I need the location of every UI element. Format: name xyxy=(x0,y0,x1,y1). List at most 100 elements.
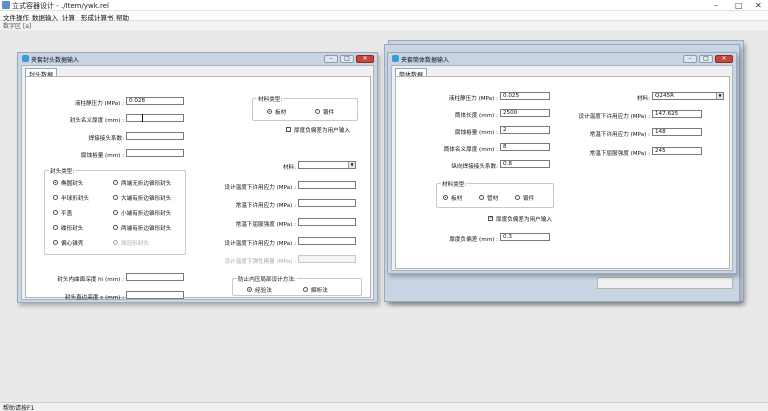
shell-window-titlebar: 夹套筒体数据输入 – □ ✕ xyxy=(388,53,736,65)
radio-cone-large-knuckle[interactable] xyxy=(113,195,118,200)
maximize-icon[interactable]: □ xyxy=(735,1,743,10)
window-app-icon xyxy=(22,55,29,62)
close-icon[interactable]: ✕ xyxy=(755,1,762,10)
ambient-stress-input[interactable] xyxy=(298,199,356,207)
corrosion-allowance-input[interactable] xyxy=(126,149,184,157)
app-titlebar: 立式容器设计 - ./Item/ywk.rel – □ ✕ xyxy=(0,0,768,11)
radio-label: 椭圆封头 xyxy=(61,181,84,187)
radio-cone-small-knuckle[interactable] xyxy=(113,210,118,215)
shell-length-input[interactable]: 2500 xyxy=(500,109,550,117)
yield-strength-label: 常温下屈服强度 (MPa) : xyxy=(235,222,296,228)
chevron-down-icon: ▼ xyxy=(716,93,723,99)
inner-depth-input[interactable] xyxy=(126,273,184,281)
close-icon[interactable]: ✕ xyxy=(715,55,733,63)
radio-plate[interactable] xyxy=(267,109,272,114)
shell-thickness-label: 筒体名义厚度 (mm) : xyxy=(443,147,498,153)
shell-material-select[interactable]: Q245R ▼ xyxy=(652,92,724,100)
shell-ambient-stress-input[interactable]: 148 xyxy=(652,128,702,136)
material-type-title: 材料类型: xyxy=(257,95,284,103)
background-panel xyxy=(597,277,733,289)
shell-thickness-input[interactable]: 8 xyxy=(500,143,550,151)
shell-material-type-group: 材料类型: 板材 管材 锻件 xyxy=(436,180,554,208)
design-stress-input[interactable] xyxy=(298,181,356,189)
text-cursor xyxy=(142,114,143,122)
radio-cone-both-knuckle[interactable] xyxy=(113,225,118,230)
radio-label: 管材 xyxy=(487,196,499,202)
thickness-negative-label: 厚度负偏差为用户输入 xyxy=(294,128,350,134)
close-icon[interactable]: ✕ xyxy=(356,55,374,63)
radio-forging[interactable] xyxy=(515,195,520,200)
shell-design-stress-label: 设计温度下许用应力 (MPa) : xyxy=(578,114,650,120)
inner-depth-label: 封头内曲面深度 hi (mm) : xyxy=(57,277,124,283)
shell-window-title: 夹套筒体数据输入 xyxy=(401,57,450,64)
ambient-stress-label: 常温下许用应力 (MPa) : xyxy=(235,203,296,209)
pressure-method-group: 防止内压局部设计方法: 经验法 解析法 xyxy=(232,275,362,296)
radio-empirical[interactable] xyxy=(247,287,252,292)
nominal-thickness-input[interactable] xyxy=(126,114,184,122)
shell-corrosion-input[interactable]: 2 xyxy=(500,126,550,134)
minimize-icon[interactable]: – xyxy=(683,55,697,63)
radio-analytical[interactable] xyxy=(303,287,308,292)
radio-label: 锻件 xyxy=(523,196,535,202)
radio-label: 偏心锥壳 xyxy=(61,241,84,247)
design-stress-2-input[interactable] xyxy=(298,237,356,245)
head-window-titlebar: 夹套封头数据输入 – □ ✕ xyxy=(18,53,377,65)
radio-label: 小端有折边锥形封头 xyxy=(121,211,172,217)
shell-thickness-negative-checkbox[interactable] xyxy=(488,215,493,221)
shell-corrosion-label: 腐蚀裕量 (mm) : xyxy=(454,130,498,136)
shell-yield-label: 常温下屈服强度 (MPa) : xyxy=(589,151,650,157)
radio-label: 球冠形封头 xyxy=(121,241,149,247)
chevron-down-icon: ▼ xyxy=(348,162,355,168)
weld-coefficient-label: 焊接接头系数: xyxy=(88,136,124,142)
radio-label: 平盖 xyxy=(61,211,73,217)
elastic-modulus-label: 设计温度下弹性模量 (MPa) : xyxy=(224,259,296,265)
maximize-icon[interactable]: □ xyxy=(699,55,713,63)
radio-flat-cover[interactable] xyxy=(53,210,58,215)
radio-label: 半球形封头 xyxy=(61,196,89,202)
radio-eccentric-cone[interactable] xyxy=(53,240,58,245)
radio-torispherical[interactable] xyxy=(53,225,58,230)
maximize-icon[interactable]: □ xyxy=(340,55,354,63)
radio-plate[interactable] xyxy=(443,195,448,200)
thickness-negative-checkbox[interactable] xyxy=(286,127,291,132)
head-window-title: 夹套封头数据输入 xyxy=(31,57,80,64)
radio-label: 碟形封头 xyxy=(61,226,84,232)
shell-yield-input[interactable]: 245 xyxy=(652,147,702,155)
straight-height-label: 封头直边高度 c (mm) : xyxy=(64,295,124,301)
elastic-modulus-input xyxy=(298,255,356,263)
radio-forging[interactable] xyxy=(315,109,320,114)
window-app-icon xyxy=(392,55,399,62)
yield-strength-input[interactable] xyxy=(298,218,356,226)
shell-design-stress-input[interactable]: 147.625 xyxy=(652,110,702,118)
head-type-title: 封头类型: xyxy=(49,167,76,175)
minimize-icon[interactable]: – xyxy=(324,55,338,63)
shell-material-value: Q245R xyxy=(655,93,674,99)
status-bar: 帮助请按F1 xyxy=(0,402,768,411)
head-window-body: 封头数据 液柱静压力 (MPa) : 0.028 封头名义厚度 (mm) : 焊… xyxy=(21,65,374,301)
weld-coefficient-input[interactable] xyxy=(126,132,184,140)
head-panel: 液柱静压力 (MPa) : 0.028 封头名义厚度 (mm) : 焊接接头系数… xyxy=(25,76,371,301)
nominal-thickness-label: 封头名义厚度 (mm) : xyxy=(69,118,124,124)
status-text: 帮助请按F1 xyxy=(3,405,35,411)
app-title: 立式容器设计 - ./Item/ywk.rel xyxy=(12,2,109,10)
radio-cone-no-knuckle[interactable] xyxy=(113,180,118,185)
design-stress-label: 设计温度下许用应力 (MPa) : xyxy=(224,185,296,191)
radio-hemispherical[interactable] xyxy=(53,195,58,200)
static-pressure-label: 液柱静压力 (MPa) : xyxy=(74,101,124,107)
material-label: 材料: xyxy=(282,165,296,171)
shell-window-body: 筒体数据 液柱静压力 (MPa) : 0.025 筒体长度 (mm) : 250… xyxy=(391,65,733,271)
shell-thickness-negative-label: 厚度负偏差为用户输入 xyxy=(496,217,552,223)
app-icon xyxy=(2,1,10,9)
radio-pipe[interactable] xyxy=(479,195,484,200)
corrosion-allowance-label: 腐蚀裕量 (mm) : xyxy=(80,153,124,159)
shell-static-pressure-label: 液柱静压力 (MPa) : xyxy=(448,96,498,102)
material-select[interactable]: ▼ xyxy=(298,161,356,169)
straight-height-input[interactable] xyxy=(126,291,184,299)
minimize-icon[interactable]: – xyxy=(714,1,718,10)
static-pressure-input[interactable]: 0.028 xyxy=(126,97,184,105)
shell-weld-input[interactable]: 0.8 xyxy=(500,160,550,168)
shell-static-pressure-input[interactable]: 0.025 xyxy=(500,92,550,100)
shell-data-window: 夹套筒体数据输入 – □ ✕ 筒体数据 液柱静压力 (MPa) : 0.025 … xyxy=(387,52,737,274)
shell-negative-deviation-input[interactable]: 0.3 xyxy=(500,233,550,241)
radio-ellipsoidal[interactable] xyxy=(53,180,58,185)
